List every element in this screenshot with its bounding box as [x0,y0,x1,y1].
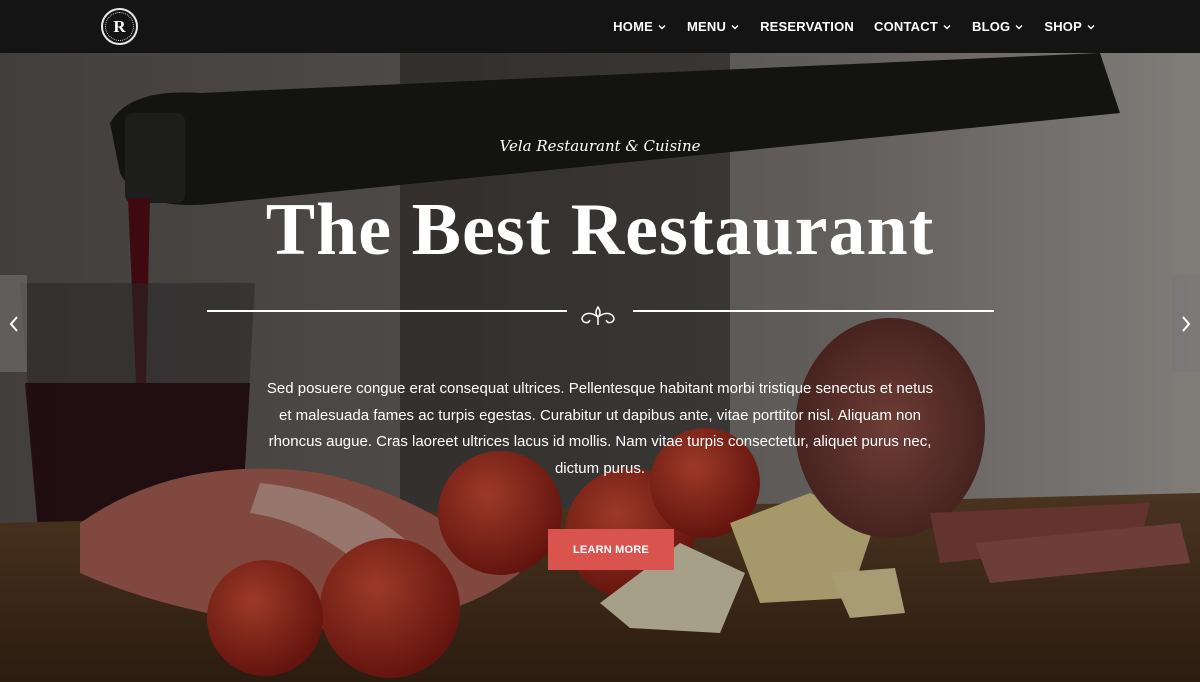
nav-item-label: HOME [613,19,653,34]
slider-next-button[interactable] [1172,275,1200,372]
nav-item-label: BLOG [971,19,1011,34]
nav-item-contact[interactable]: CONTACT [874,19,952,34]
nav-item-label: CONTACT [874,19,938,34]
divider-line-right [633,310,994,312]
chevron-right-icon [1182,315,1191,332]
chevron-down-icon [943,24,951,29]
flourish-ornament-icon [581,305,615,325]
logo-letter: R [113,16,126,36]
nav-item-reservation[interactable]: RESERVATION [760,19,854,34]
site-header: R HOME MENU RESERVATION CONTACT BLOG SHO… [0,0,1200,53]
hero-headline: The Best Restaurant [265,189,935,271]
chevron-down-icon [731,24,739,29]
main-nav: HOME MENU RESERVATION CONTACT BLOG SHOP [613,0,1096,53]
chevron-down-icon [1015,24,1023,29]
slider-prev-button[interactable] [0,275,27,372]
nav-item-label: MENU [686,19,727,34]
chevron-left-icon [9,315,18,332]
nav-item-shop[interactable]: SHOP [1044,19,1096,34]
learn-more-button[interactable]: LEARN MORE [548,529,674,570]
nav-item-blog[interactable]: BLOG [972,19,1024,34]
nav-item-home[interactable]: HOME [613,19,667,34]
nav-item-menu[interactable]: MENU [687,19,740,34]
nav-item-label: SHOP [1044,19,1082,34]
chevron-down-icon [658,24,666,29]
hero-slider: Vela Restaurant & Cuisine The Best Resta… [0,53,1200,682]
logo[interactable]: R [101,8,138,45]
nav-item-label: RESERVATION [760,19,854,34]
hero-description: Sed posuere congue erat consequat ultric… [266,380,934,477]
divider-line-left [207,310,567,312]
hero-tagline: Vela Restaurant & Cuisine [499,137,701,155]
chevron-down-icon [1087,24,1095,29]
